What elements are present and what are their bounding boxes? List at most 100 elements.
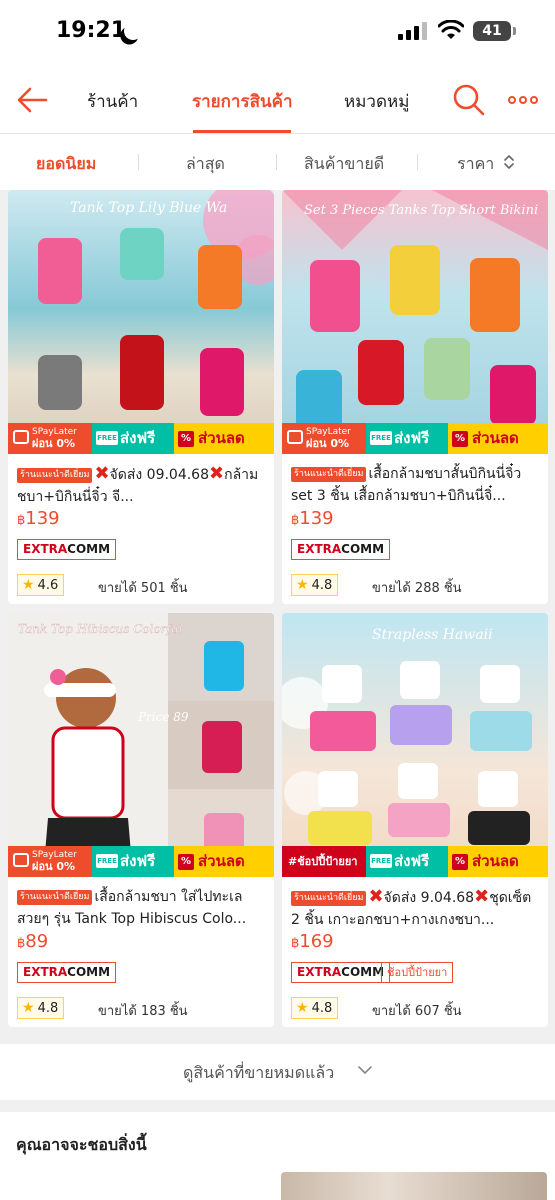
star-icon: ★ — [296, 577, 309, 593]
product-title[interactable]: ร้านแนะนำดีเยี่ยม เสื้อกล้ามชบาสั้นบิกินน… — [291, 463, 541, 507]
see-sold-out-label: ดูสินค้าที่ขายหมดแล้ว — [183, 1063, 335, 1082]
promo-strip: SPayLater ผ่อน 0% FREE ส่งฟรี % ส่วนลด — [282, 423, 548, 454]
product-title[interactable]: ร้านแนะนำดีเยี่ยม เสื้อกล้ามชบา ใส่ไปทะเล… — [17, 886, 267, 930]
paylater-badge: SPayLater ผ่อน 0% — [8, 846, 92, 877]
truck-icon: FREE — [370, 431, 392, 445]
product-image[interactable]: Tank Top Hibiscus Colorful Price 89 — [8, 613, 274, 877]
product-card[interactable]: Set 3 Pieces Tanks Top Short Bikini SPay… — [282, 190, 548, 604]
search-icon[interactable] — [452, 83, 486, 117]
free-shipping-badge: FREE ส่งฟรี — [366, 846, 448, 877]
cellular-signal-icon — [398, 22, 428, 40]
recommended-shop-badge: ร้านแนะนำดีเยี่ยม — [17, 468, 93, 483]
product-price: ฿169 — [291, 931, 334, 952]
star-icon: ★ — [22, 1000, 35, 1016]
discount-badge: % ส่วนลด — [448, 423, 548, 454]
status-bar: 19:21 41 — [0, 0, 555, 68]
shop-header: ร้านค้า รายการสินค้า หมวดหมู่ — [0, 68, 555, 134]
product-image[interactable]: Set 3 Pieces Tanks Top Short Bikini — [282, 190, 548, 454]
promo-strip: SPayLater ผ่อน 0% FREE ส่งฟรี % ส่วนลด — [8, 423, 274, 454]
rating-badge: ★ 4.8 — [17, 997, 65, 1019]
percent-icon: % — [178, 431, 194, 447]
choppee-tag: ช้อปปี้ป้ายยา — [381, 962, 454, 983]
product-title[interactable]: ร้านแนะนำดีเยี่ยม ✖จัดส่ง 9.04.68✖ชุดเซ็ต… — [291, 886, 541, 930]
divider — [276, 154, 277, 170]
star-icon: ★ — [22, 577, 35, 593]
cross-mark-icon: ✖ — [94, 463, 110, 484]
sort-price[interactable]: ราคา — [457, 152, 494, 177]
rating-badge: ★ 4.8 — [291, 574, 339, 596]
extracomm-badge: EXTRACOMM — [291, 539, 391, 560]
divider — [417, 154, 418, 170]
card-icon — [13, 853, 29, 867]
card-icon — [13, 430, 29, 444]
product-card[interactable]: Strapless Hawaii #ช้อปปี้ป้ายยา FREE ส่งฟ… — [282, 613, 548, 1027]
tab-category[interactable]: หมวดหมู่ — [344, 88, 409, 115]
truck-icon: FREE — [96, 854, 118, 868]
image-caption: Set 3 Pieces Tanks Top Short Bikini — [304, 203, 538, 218]
battery-icon: 41 — [473, 21, 516, 41]
sort-bar: ยอดนิยม ล่าสุด สินค้าขายดี ราคา — [0, 134, 555, 190]
product-price: ฿139 — [291, 508, 334, 529]
product-image[interactable]: Strapless Hawaii — [282, 613, 548, 877]
card-icon — [287, 430, 303, 444]
image-price: Price 89 — [137, 710, 189, 724]
suggested-product-image[interactable] — [281, 1172, 547, 1200]
star-icon: ★ — [296, 1000, 309, 1016]
sort-popular[interactable]: ยอดนิยม — [36, 152, 96, 177]
image-caption: Tank Top Lily Blue Wa — [70, 200, 227, 216]
free-shipping-badge: FREE ส่งฟรี — [366, 423, 448, 454]
divider — [138, 154, 139, 170]
paylater-badge: SPayLater ผ่อน 0% — [8, 423, 92, 454]
product-card[interactable]: Tank Top Lily Blue Wa SPayLater ผ่อน 0% F… — [8, 190, 274, 604]
choppee-badge: #ช้อปปี้ป้ายยา — [282, 846, 366, 877]
image-caption: Tank Top Hibiscus Colorful — [18, 622, 183, 636]
see-sold-out-button[interactable]: ดูสินค้าที่ขายหมดแล้ว — [0, 1044, 555, 1100]
recommended-shop-badge: ร้านแนะนำดีเยี่ยม — [291, 467, 367, 482]
more-options-icon[interactable] — [508, 94, 540, 106]
sort-best-selling[interactable]: สินค้าขายดี — [304, 152, 384, 177]
percent-icon: % — [452, 431, 468, 447]
percent-icon: % — [178, 854, 194, 870]
free-shipping-badge: FREE ส่งฟรี — [92, 846, 174, 877]
sold-count: ขายได้ 607 ชิ้น — [372, 1004, 462, 1019]
rating-badge: ★ 4.6 — [17, 574, 65, 596]
product-card[interactable]: Tank Top Hibiscus Colorful Price 89 SPay… — [8, 613, 274, 1027]
section-title: คุณอาจจะชอบสิ่งนี้ — [16, 1135, 147, 1154]
truck-icon: FREE — [96, 431, 118, 445]
promo-strip: #ช้อปปี้ป้ายยา FREE ส่งฟรี % ส่วนลด — [282, 846, 548, 877]
tab-products[interactable]: รายการสินค้า — [192, 88, 293, 115]
suggestions-section: คุณอาจจะชอบสิ่งนี้ — [0, 1112, 555, 1200]
discount-badge: % ส่วนลด — [174, 846, 274, 877]
extracomm-badge: EXTRACOMM — [17, 539, 117, 560]
extracomm-badge: EXTRACOMM — [17, 962, 117, 983]
product-price: ฿89 — [17, 931, 49, 952]
image-caption: Strapless Hawaii — [372, 627, 493, 643]
sold-count: ขายได้ 501 ชิ้น — [98, 581, 188, 596]
tab-store[interactable]: ร้านค้า — [87, 88, 138, 115]
product-price: ฿139 — [17, 508, 60, 529]
promo-strip: SPayLater ผ่อน 0% FREE ส่งฟรี % ส่วนลด — [8, 846, 274, 877]
cross-mark-icon: ✖ — [209, 463, 225, 484]
free-shipping-badge: FREE ส่งฟรี — [92, 423, 174, 454]
sold-count: ขายได้ 288 ชิ้น — [372, 581, 462, 596]
cross-mark-icon: ✖ — [368, 886, 384, 907]
recommended-shop-badge: ร้านแนะนำดีเยี่ยม — [291, 891, 367, 906]
recommended-shop-badge: ร้านแนะนำดีเยี่ยม — [17, 890, 93, 905]
back-arrow-icon[interactable] — [14, 82, 50, 118]
truck-icon: FREE — [370, 854, 392, 868]
product-title[interactable]: ร้านแนะนำดีเยี่ยม ✖จัดส่ง 09.04.68✖กล้ามช… — [17, 463, 267, 507]
product-image[interactable]: Tank Top Lily Blue Wa — [8, 190, 274, 454]
sold-count: ขายได้ 183 ชิ้น — [98, 1004, 188, 1019]
extracomm-badge: EXTRACOMM — [291, 962, 391, 983]
paylater-badge: SPayLater ผ่อน 0% — [282, 423, 366, 454]
sort-updown-icon[interactable] — [503, 153, 515, 171]
cross-mark-icon: ✖ — [474, 886, 490, 907]
active-tab-indicator — [193, 130, 291, 133]
rating-badge: ★ 4.8 — [291, 997, 339, 1019]
status-time: 19:21 — [56, 18, 127, 43]
discount-badge: % ส่วนลด — [448, 846, 548, 877]
chevron-down-icon — [358, 1066, 372, 1074]
sort-latest[interactable]: ล่าสุด — [186, 152, 225, 177]
percent-icon: % — [452, 854, 468, 870]
discount-badge: % ส่วนลด — [174, 423, 274, 454]
